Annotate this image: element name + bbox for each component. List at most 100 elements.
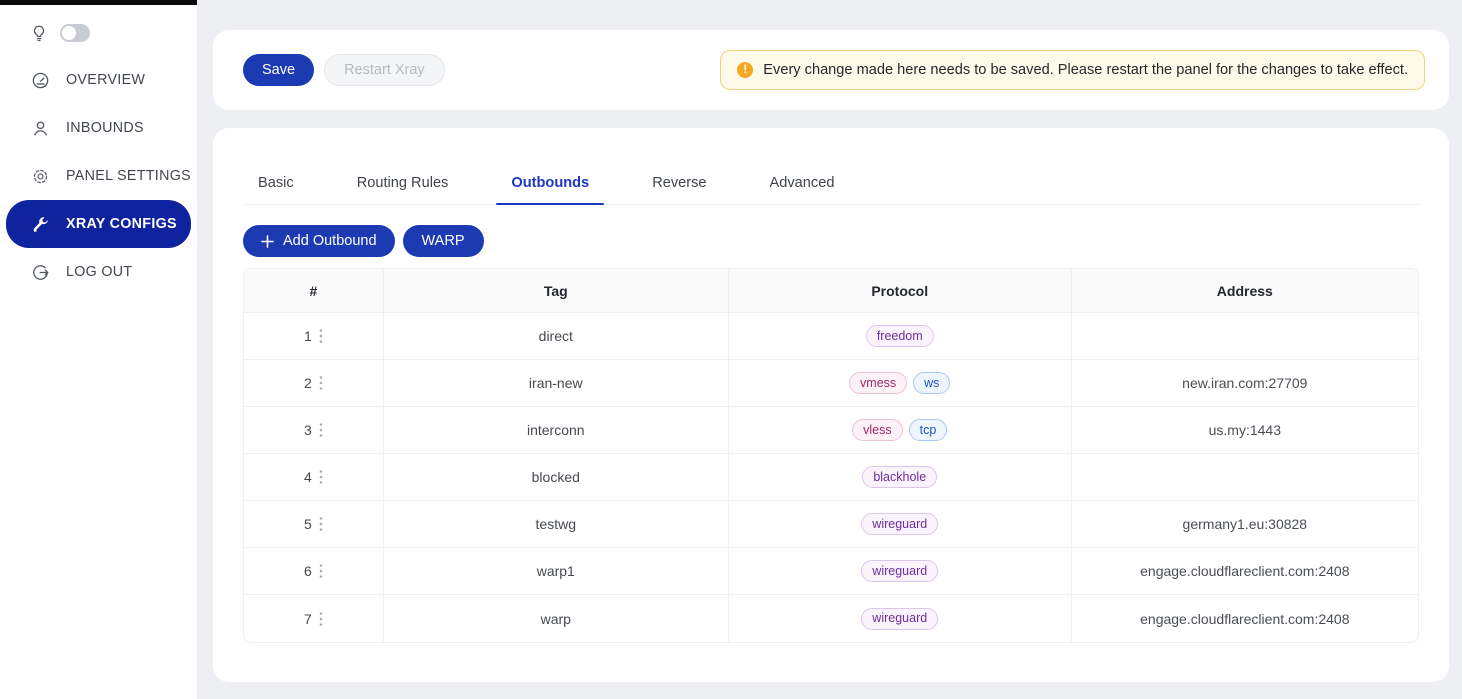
save-button[interactable]: Save bbox=[243, 54, 314, 86]
tab-basic[interactable]: Basic bbox=[243, 175, 309, 204]
add-outbound-label: Add Outbound bbox=[283, 233, 377, 249]
row-menu-dots-icon[interactable] bbox=[319, 375, 323, 391]
user-icon bbox=[31, 119, 50, 138]
row-protocols: freedom bbox=[730, 325, 1070, 347]
row-protocols: vmessws bbox=[730, 372, 1070, 394]
row-number: 5 bbox=[304, 516, 312, 532]
protocol-badge: wireguard bbox=[861, 560, 938, 582]
row-protocols: vlesstcp bbox=[730, 419, 1070, 441]
gear-icon bbox=[31, 167, 50, 186]
protocol-badge: ws bbox=[913, 372, 950, 394]
tab-reverse[interactable]: Reverse bbox=[637, 175, 721, 204]
bulb-icon bbox=[30, 24, 48, 42]
warp-button[interactable]: WARP bbox=[403, 225, 484, 257]
row-menu-dots-icon[interactable] bbox=[319, 563, 323, 579]
row-tag: interconn bbox=[384, 407, 729, 454]
tab-routing-rules[interactable]: Routing Rules bbox=[342, 175, 464, 204]
row-menu-dots-icon[interactable] bbox=[319, 516, 323, 532]
theme-toggle-row bbox=[0, 0, 197, 42]
row-tag: blocked bbox=[384, 454, 729, 501]
column-header: # bbox=[244, 269, 384, 313]
protocol-badge: freedom bbox=[866, 325, 934, 347]
theme-toggle-switch[interactable] bbox=[60, 24, 90, 42]
row-tag: direct bbox=[384, 313, 729, 360]
row-menu-dots-icon[interactable] bbox=[319, 611, 323, 627]
sidebar-item-panel-settings[interactable]: PANEL SETTINGS bbox=[6, 152, 191, 200]
row-number: 6 bbox=[304, 563, 312, 579]
warning-alert: ! Every change made here needs to be sav… bbox=[720, 50, 1425, 90]
sidebar-item-label: PANEL SETTINGS bbox=[66, 168, 191, 184]
protocol-badge: blackhole bbox=[862, 466, 937, 488]
row-number: 3 bbox=[304, 422, 312, 438]
tab-label: Outbounds bbox=[511, 175, 589, 191]
plus-icon bbox=[261, 235, 274, 248]
xray-configs-card: Basic Routing Rules Outbounds Reverse Ad… bbox=[213, 128, 1449, 682]
column-header: Address bbox=[1072, 269, 1418, 313]
row-address: engage.cloudflareclient.com:2408 bbox=[1072, 548, 1418, 595]
logout-icon bbox=[31, 263, 50, 282]
tab-label: Reverse bbox=[652, 175, 706, 191]
column-header: Tag bbox=[384, 269, 729, 313]
row-address: engage.cloudflareclient.com:2408 bbox=[1072, 595, 1418, 642]
restart-xray-button[interactable]: Restart Xray bbox=[324, 54, 445, 86]
table-row: 2 iran-new vmessws new.iran.com:27709 bbox=[244, 360, 1418, 407]
row-tag: iran-new bbox=[384, 360, 729, 407]
add-outbound-button[interactable]: Add Outbound bbox=[243, 225, 395, 257]
row-address: germany1.eu:30828 bbox=[1072, 501, 1418, 548]
row-number: 4 bbox=[304, 469, 312, 485]
tab-label: Advanced bbox=[770, 175, 835, 191]
sidebar-item-label: LOG OUT bbox=[66, 264, 132, 280]
sidebar-nav: OVERVIEW INBOUNDS PANEL SETTINGS XRAY CO… bbox=[0, 56, 197, 296]
sidebar-item-label: XRAY CONFIGS bbox=[66, 216, 177, 232]
table-row: 7 warp wireguard engage.cloudflareclient… bbox=[244, 595, 1418, 642]
protocol-badge: wireguard bbox=[861, 608, 938, 630]
row-tag: warp bbox=[384, 595, 729, 642]
table-body: 1 direct freedom 2 iran-new bbox=[244, 313, 1418, 642]
row-protocols: blackhole bbox=[730, 466, 1070, 488]
outbounds-table: #TagProtocolAddress 1 direct freedom 2 bbox=[243, 268, 1419, 643]
protocol-badge: vless bbox=[852, 419, 902, 441]
table-row: 6 warp1 wireguard engage.cloudflareclien… bbox=[244, 548, 1418, 595]
row-menu-dots-icon[interactable] bbox=[319, 328, 323, 344]
dashboard-icon bbox=[31, 71, 50, 90]
config-tabs: Basic Routing Rules Outbounds Reverse Ad… bbox=[243, 128, 1419, 205]
table-row: 1 direct freedom bbox=[244, 313, 1418, 360]
toggle-knob bbox=[62, 26, 76, 40]
row-number: 7 bbox=[304, 611, 312, 627]
row-tag: testwg bbox=[384, 501, 729, 548]
action-buttons: Save Restart Xray bbox=[243, 54, 445, 86]
column-header: Protocol bbox=[729, 269, 1072, 313]
tab-label: Routing Rules bbox=[357, 175, 449, 191]
sidebar-item-inbounds[interactable]: INBOUNDS bbox=[6, 104, 191, 152]
warning-icon: ! bbox=[737, 62, 753, 78]
table-header-row: #TagProtocolAddress bbox=[244, 269, 1418, 313]
protocol-badge: vmess bbox=[849, 372, 907, 394]
wrench-icon bbox=[31, 215, 50, 234]
window-top-strip bbox=[0, 0, 197, 5]
sidebar-item-label: INBOUNDS bbox=[66, 120, 144, 136]
table-row: 5 testwg wireguard germany1.eu:30828 bbox=[244, 501, 1418, 548]
row-number: 1 bbox=[304, 328, 312, 344]
sidebar-item-xray-configs[interactable]: XRAY CONFIGS bbox=[6, 200, 191, 248]
row-protocols: wireguard bbox=[730, 608, 1070, 630]
protocol-badge: wireguard bbox=[861, 513, 938, 535]
row-tag: warp1 bbox=[384, 548, 729, 595]
table-row: 4 blocked blackhole bbox=[244, 454, 1418, 501]
sidebar-item-log-out[interactable]: LOG OUT bbox=[6, 248, 191, 296]
row-address: us.my:1443 bbox=[1072, 407, 1418, 454]
tab-advanced[interactable]: Advanced bbox=[755, 175, 850, 204]
actions-card: Save Restart Xray ! Every change made he… bbox=[213, 30, 1449, 110]
table-row: 3 interconn vlesstcp us.my:1443 bbox=[244, 407, 1418, 454]
row-protocols: wireguard bbox=[730, 560, 1070, 582]
main-content: Save Restart Xray ! Every change made he… bbox=[197, 0, 1462, 699]
row-protocols: wireguard bbox=[730, 513, 1070, 535]
row-address: new.iran.com:27709 bbox=[1072, 360, 1418, 407]
sidebar-item-overview[interactable]: OVERVIEW bbox=[6, 56, 191, 104]
tab-outbounds[interactable]: Outbounds bbox=[496, 175, 604, 204]
tab-label: Basic bbox=[258, 175, 294, 191]
outbounds-toolbar: Add Outbound WARP bbox=[243, 225, 1419, 257]
row-menu-dots-icon[interactable] bbox=[319, 469, 323, 485]
row-address bbox=[1072, 454, 1418, 501]
sidebar: OVERVIEW INBOUNDS PANEL SETTINGS XRAY CO… bbox=[0, 0, 197, 699]
row-menu-dots-icon[interactable] bbox=[319, 422, 323, 438]
